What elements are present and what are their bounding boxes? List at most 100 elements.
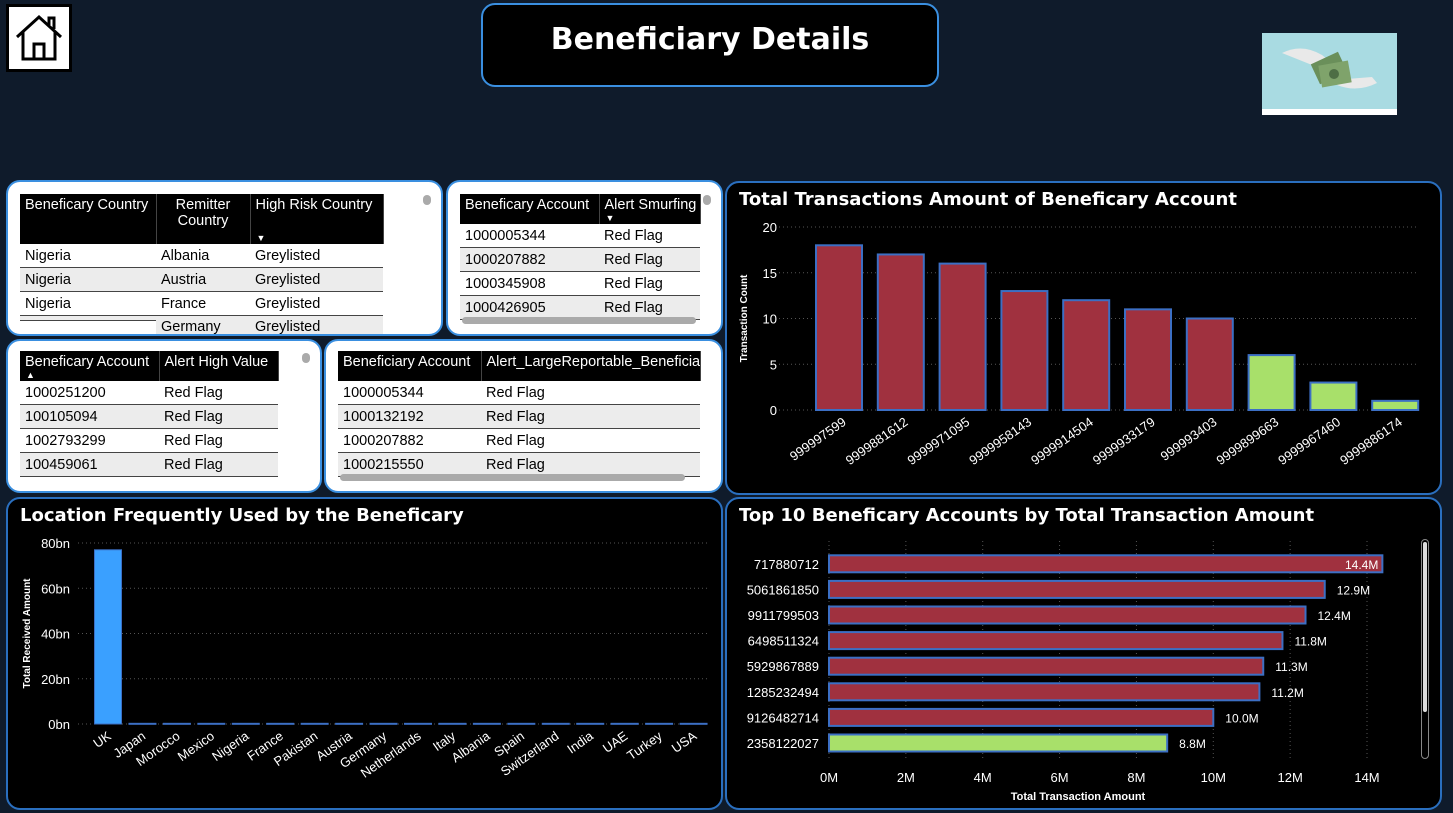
bar <box>266 722 295 725</box>
x-tick-label: USA <box>669 728 700 756</box>
x-tick-label: 9999933179 <box>1090 414 1158 468</box>
bar <box>404 722 432 725</box>
bar <box>472 722 501 725</box>
smurfing-table: Beneficary Account Alert Smurfing ▼ 10000… <box>460 194 701 320</box>
table-cell: Red Flag <box>159 428 278 453</box>
large-reportable-table-card: Beneficiary Account Alert_LargeReportabl… <box>324 339 723 493</box>
y-tick-label: 0 <box>770 403 777 418</box>
table-cell: 1000251200 <box>20 381 159 405</box>
horizontal-scrollbar[interactable] <box>462 317 696 324</box>
top-accounts-chart: 0M 2M 4M 6M 8M 10M 12M 14M Total Transaction Amo… <box>747 541 1384 803</box>
y-axis-label: Transaction Count <box>739 274 750 362</box>
column-header-beneficary-account[interactable]: Beneficary Account <box>460 194 600 224</box>
x-tick-label: 12M <box>1277 770 1302 785</box>
x-tick-label: 8M <box>1127 770 1145 785</box>
table-row: 1000132192 Red Flag <box>338 404 700 429</box>
column-header-alert-smurfing[interactable]: Alert Smurfing ▼ <box>599 194 701 224</box>
column-header-beneficiary-account[interactable]: Beneficiary Account <box>338 351 482 381</box>
table-row: 1000215550 Red Flag <box>338 452 700 477</box>
column-header-alert-high-value[interactable]: Alert High Value <box>159 351 279 381</box>
column-header-alert-large-reportable[interactable]: Alert_LargeReportable_Beneficiary <box>481 351 701 381</box>
x-tick-label: 4M <box>974 770 992 785</box>
data-label: 11.2M <box>1271 686 1303 700</box>
location-chart-card: Location Frequently Used by the Benefica… <box>6 497 723 810</box>
bar <box>828 631 1284 651</box>
y-tick-label: 2358122027 <box>747 736 819 751</box>
column-header-remitter-country[interactable]: Remitter Country <box>156 194 251 244</box>
sort-asc-icon: ▲ <box>26 370 35 380</box>
vertical-scrollbar[interactable] <box>703 195 711 205</box>
table-row: 1000345908 Red Flag <box>460 271 700 296</box>
data-label: 11.8M <box>1294 635 1326 649</box>
bar <box>507 722 536 725</box>
bar <box>576 722 605 725</box>
bar <box>1062 299 1111 411</box>
vertical-scrollbar[interactable] <box>1421 539 1429 759</box>
y-tick-label: 9911799503 <box>748 608 819 623</box>
table-row: Nigeria Germany Greylisted <box>20 315 383 334</box>
table-row: 1000251200 Red Flag <box>20 381 278 405</box>
top-accounts-chart-card: Top 10 Beneficary Accounts by Total Tran… <box>725 497 1442 810</box>
bar <box>94 549 122 725</box>
table-cell: Nigeria <box>20 244 156 268</box>
vertical-scrollbar[interactable] <box>302 353 310 363</box>
table-cell: Red Flag <box>481 404 700 429</box>
table-cell: Red Flag <box>599 224 700 248</box>
table-cell: 1000207882 <box>338 428 481 453</box>
column-header-beneficary-country[interactable]: Beneficary Country <box>20 194 157 244</box>
x-tick-label: 6M <box>1051 770 1069 785</box>
x-tick-label: 9999914504 <box>1028 414 1096 468</box>
x-tick-label: Mexico <box>175 728 217 764</box>
transactions-count-chart-card: Total Transactions Amount of Beneficary … <box>725 181 1442 495</box>
y-tick-label: 5 <box>770 357 777 372</box>
table-row: 1000426905 Red Flag <box>460 295 700 320</box>
bar <box>541 722 570 725</box>
table-cell: 100459061 <box>20 452 159 477</box>
bar <box>162 722 191 725</box>
table-cell: Red Flag <box>481 428 700 453</box>
table-row: Nigeria France Greylisted <box>20 291 383 316</box>
bar <box>335 722 364 725</box>
location-chart: 0bn 20bn 40bn 60bn 80bn Total Received Amount… <box>22 536 708 781</box>
vertical-scrollbar[interactable] <box>423 195 431 205</box>
smurfing-table-card: Beneficary Account Alert Smurfing ▼ 10000… <box>446 180 723 336</box>
x-tick-label: 9999971095 <box>904 414 972 468</box>
x-tick-label: 999997599 <box>787 414 849 464</box>
y-tick-label: 40bn <box>41 627 70 642</box>
table-row: 1000207882 Red Flag <box>460 247 700 272</box>
y-tick-label: 717880712 <box>754 557 819 572</box>
x-tick-label: Nigeria <box>209 728 252 764</box>
table-cell: Greylisted <box>250 291 383 316</box>
column-header-beneficary-account[interactable]: Beneficary Account ▲ <box>20 351 160 381</box>
y-tick-label: 0bn <box>48 717 70 732</box>
bar <box>128 722 157 725</box>
table-cell: France <box>156 291 250 316</box>
table-cell: 1000426905 <box>460 295 599 320</box>
bar <box>231 722 260 725</box>
y-tick-label: 1285232494 <box>747 685 819 700</box>
table-cell: Greylisted <box>250 315 383 334</box>
bar <box>197 722 226 725</box>
sort-desc-icon: ▼ <box>605 213 615 223</box>
table-row: Nigeria Albania Greylisted <box>20 244 383 268</box>
table-cell: Red Flag <box>159 381 278 405</box>
bar <box>610 722 639 725</box>
bar <box>828 707 1215 727</box>
table-cell: Red Flag <box>599 295 700 320</box>
x-tick-label: Albania <box>448 728 493 766</box>
x-tick-label: 14M <box>1354 770 1379 785</box>
table-row: 1000207882 Red Flag <box>338 428 700 453</box>
page-title: Beneficiary Details <box>550 22 870 57</box>
table-cell: Red Flag <box>481 452 700 477</box>
horizontal-scrollbar[interactable] <box>340 474 685 481</box>
bar <box>1309 381 1358 412</box>
bar <box>369 722 398 725</box>
table-row: 1000005344 Red Flag <box>338 381 700 405</box>
y-tick-label: 9126482714 <box>747 710 819 725</box>
y-tick-label: 15 <box>763 266 777 281</box>
y-tick-label: 80bn <box>41 536 70 551</box>
home-button[interactable] <box>6 4 72 72</box>
bar <box>828 605 1307 625</box>
table-cell: 1000005344 <box>460 224 599 248</box>
column-header-high-risk-country[interactable]: High Risk Country ▼ <box>250 194 384 244</box>
